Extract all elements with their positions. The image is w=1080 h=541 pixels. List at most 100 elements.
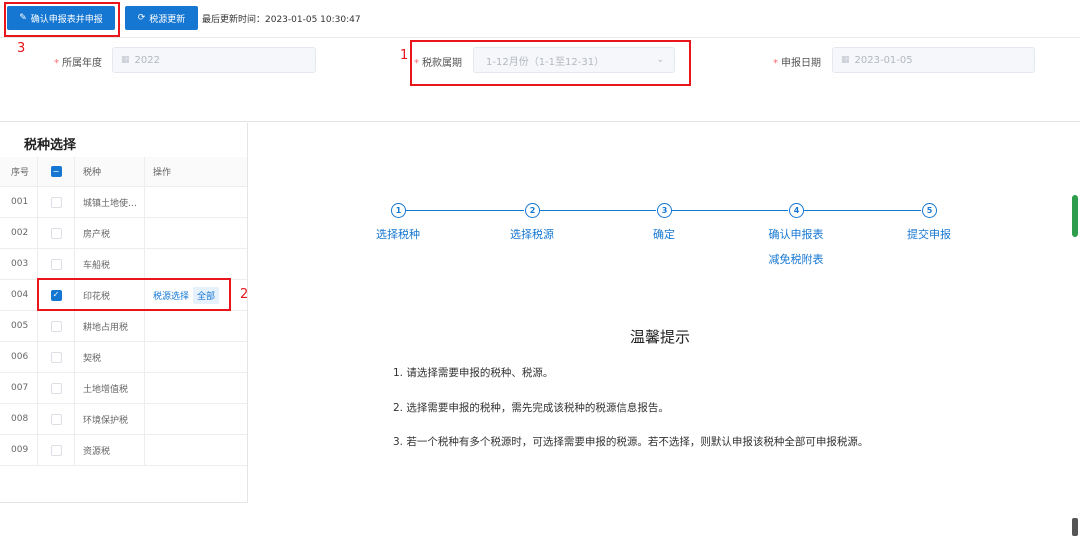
step-label: 确定 [653, 228, 675, 241]
table-row[interactable]: 003 车船税 [0, 249, 247, 280]
step-number: 2 [525, 203, 540, 218]
step-connector [804, 210, 921, 211]
row-tax-name: 房产税 [75, 218, 145, 248]
step-label: 确认申报表 [768, 228, 824, 241]
table-row[interactable]: 005 耕地占用税 [0, 311, 247, 342]
row-checkbox[interactable] [50, 444, 62, 456]
period-select[interactable]: 1-12月份（1-1至12-31） ⌄ [473, 47, 675, 73]
table-row[interactable]: 001 城镇土地使… [0, 187, 247, 218]
table-row[interactable]: 008 环境保护税 [0, 404, 247, 435]
header-seq: 序号 [0, 157, 38, 186]
tips-title: 温馨提示 [630, 328, 691, 346]
row-check-cell [38, 249, 75, 279]
date-input[interactable]: ▦ 2023-01-05 [832, 47, 1035, 73]
row-operations [145, 435, 247, 465]
row-seq: 009 [0, 435, 38, 465]
row-checkbox[interactable] [50, 382, 62, 394]
calendar-icon: ▦ [841, 55, 850, 65]
row-seq: 003 [0, 249, 38, 279]
date-label: * 申报日期 [773, 58, 821, 69]
row-check-cell [38, 342, 75, 372]
confirm-declare-label: 确认申报表并申报 [30, 14, 103, 25]
row-check-cell [38, 373, 75, 403]
row-operations [145, 373, 247, 403]
select-all-cell: − [38, 157, 75, 186]
row-operations: 税源选择 全部 [145, 280, 247, 310]
row-operations [145, 187, 247, 217]
step-number: 5 [922, 203, 937, 218]
row-checkbox[interactable] [50, 320, 62, 332]
row-tax-name: 印花税 [75, 280, 145, 310]
row-tax-name: 契税 [75, 342, 145, 372]
header-tax: 税种 [75, 157, 145, 186]
row-check-cell [38, 218, 75, 248]
row-checkbox[interactable] [50, 413, 62, 425]
row-tax-name: 环境保护税 [75, 404, 145, 434]
calendar-icon: ▦ [121, 55, 130, 65]
row-tax-name: 耕地占用税 [75, 311, 145, 341]
table-header: 序号 − 税种 操作 [0, 157, 247, 187]
row-seq: 008 [0, 404, 38, 434]
row-checkbox[interactable]: ✓ [50, 289, 62, 301]
vertical-scrollbar[interactable] [1072, 195, 1078, 237]
refresh-source-label: 税源更新 [149, 14, 186, 25]
step-sublabel: 减免税附表 [768, 253, 824, 266]
row-seq: 004 [0, 280, 38, 310]
row-tax-name: 城镇土地使… [75, 187, 145, 217]
row-checkbox[interactable] [50, 196, 62, 208]
step-connector [406, 210, 524, 211]
row-seq: 006 [0, 342, 38, 372]
row-operations [145, 311, 247, 341]
steps-panel: 1 选择税种 2 选择税源 3 确定 4 确认申报表 减免税附表 5 提交申报 温馨提示 1. 请选… [248, 123, 1080, 503]
select-all-checkbox[interactable]: − [50, 166, 62, 177]
step-label: 选择税源 [510, 228, 554, 241]
header-op: 操作 [153, 168, 172, 178]
tax-table: 序号 − 税种 操作 001 城镇土地使… 002 房产税 003 车船税 004 ✓ 印花税税… [0, 157, 247, 466]
table-row[interactable]: 009 资源税 [0, 435, 247, 466]
tip-item: 1. 请选择需要申报的税种、税源。 [393, 367, 554, 379]
step-connector [540, 210, 656, 211]
row-check-cell [38, 435, 75, 465]
row-seq: 001 [0, 187, 38, 217]
scrollbar-handle[interactable] [1072, 518, 1078, 536]
step-label: 选择税种 [376, 228, 420, 241]
annotation-number-2: 2 [240, 287, 249, 302]
period-label: * 税款属期 [414, 58, 462, 69]
tip-item: 3. 若一个税种有多个税源时，可选择需要申报的税源。若不选择，则默认申报该税种全… [393, 436, 869, 448]
toolbar: ✎ 确认申报表并申报 ⟳ 税源更新 最后更新时间：2023-01-05 10:3… [0, 0, 1080, 38]
tax-select-panel: 税种选择 序号 − 税种 操作 001 城镇土地使… 002 房产税 003 车船税 004… [0, 123, 248, 503]
row-seq: 005 [0, 311, 38, 341]
table-row[interactable]: 006 契税 [0, 342, 247, 373]
refresh-icon: ⟳ [137, 12, 146, 23]
row-tax-name: 土地增值税 [75, 373, 145, 403]
row-seq: 002 [0, 218, 38, 248]
chevron-down-icon: ⌄ [656, 55, 664, 65]
table-row[interactable]: 004 ✓ 印花税 税源选择 全部 [0, 280, 247, 311]
tax-rows: 001 城镇土地使… 002 房产税 003 车船税 004 ✓ 印花税 税源选择 全部 005 耕地占… [0, 187, 247, 466]
row-tax-name: 资源税 [75, 435, 145, 465]
row-check-cell [38, 187, 75, 217]
year-label: * 所属年度 [54, 58, 102, 69]
row-checkbox[interactable] [50, 227, 62, 239]
annotation-number-3: 3 [17, 41, 26, 56]
row-tax-name: 车船税 [75, 249, 145, 279]
row-seq: 007 [0, 373, 38, 403]
annotation-number-1: 1 [400, 48, 409, 63]
panel-title: 税种选择 [24, 138, 77, 153]
row-operations [145, 404, 247, 434]
declare-form: * 所属年度 ▦ 2022 * 税款属期 1-12月份（1-1至12-31） ⌄ *… [0, 38, 1080, 122]
row-operations [145, 218, 247, 248]
row-checkbox[interactable] [50, 351, 62, 363]
row-check-cell: ✓ [38, 280, 75, 310]
year-input[interactable]: ▦ 2022 [112, 47, 316, 73]
source-select-link[interactable]: 税源选择 [153, 289, 189, 302]
confirm-declare-button[interactable]: ✎ 确认申报表并申报 [7, 6, 115, 30]
table-row[interactable]: 007 土地增值税 [0, 373, 247, 404]
row-check-cell [38, 311, 75, 341]
all-tag[interactable]: 全部 [193, 286, 220, 304]
step-number: 3 [657, 203, 672, 218]
refresh-source-button[interactable]: ⟳ 税源更新 [125, 6, 198, 30]
row-checkbox[interactable] [50, 258, 62, 270]
tip-item: 2. 选择需要申报的税种，需先完成该税种的税源信息报告。 [393, 402, 669, 414]
table-row[interactable]: 002 房产税 [0, 218, 247, 249]
